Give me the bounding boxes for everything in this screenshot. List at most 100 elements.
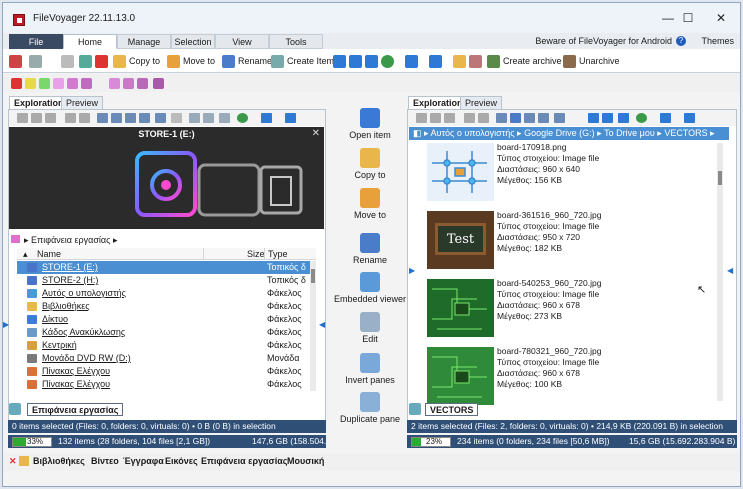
list-item[interactable]: Μονάδα DVD RW (D:) Μονάδα (17, 352, 310, 365)
list-item[interactable]: Κεντρική Φάκελος (17, 339, 310, 352)
right-expand-arrow[interactable]: ◀ (727, 267, 733, 275)
left-collapse-arrow[interactable]: ▶ (3, 321, 9, 329)
list-item[interactable]: Πίνακας Ελέγχου Φάκελος (17, 365, 310, 378)
column-name[interactable]: Name (37, 249, 61, 259)
view-thumbs-icon[interactable] (554, 113, 565, 123)
view-details-icon[interactable] (496, 113, 507, 123)
close-pane-icon[interactable] (11, 78, 22, 89)
quick-icon-5[interactable] (81, 78, 92, 89)
delete-icon[interactable] (478, 113, 489, 123)
tab-view[interactable]: View (215, 34, 269, 49)
quick-icon-4[interactable] (67, 78, 78, 89)
new-icon[interactable] (65, 113, 76, 123)
quick-icon-8[interactable] (137, 78, 148, 89)
open-item-button[interactable]: Open item (333, 108, 407, 140)
paste-icon[interactable] (45, 113, 56, 123)
tab-selection[interactable]: Selection (171, 34, 215, 49)
unarchive-button[interactable]: Unarchive (563, 53, 620, 69)
list-item[interactable]: STORE-2 (H:) Τοπικός δ (17, 274, 310, 287)
quick-icon-9[interactable] (153, 78, 164, 89)
breadcrumb-item-drive[interactable]: Google Drive (G:) (524, 128, 595, 138)
left-tab-preview[interactable]: Preview (61, 96, 104, 110)
forward-icon[interactable] (684, 113, 695, 123)
arrow-top-icon[interactable] (588, 113, 599, 123)
breadcrumb-item-vectors[interactable]: VECTORS (664, 128, 707, 138)
left-expand-arrow[interactable]: ◀ (319, 321, 325, 329)
paste-button[interactable] (61, 53, 77, 69)
quick-icon-1[interactable] (25, 78, 36, 89)
list-item[interactable]: Πίνακας Ελέγχου Φάκελος (17, 378, 310, 391)
view-icons-icon[interactable] (524, 113, 535, 123)
quick-icon-6[interactable] (109, 78, 120, 89)
preview-mode-icon[interactable] (171, 113, 182, 123)
move-up-button[interactable] (349, 53, 365, 69)
column-type[interactable]: Type (268, 249, 288, 259)
arrow-up-icon[interactable] (602, 113, 613, 123)
android-promo-link[interactable]: Beware of FileVoyager for Android (535, 36, 672, 46)
fav-videos[interactable]: Βίντεο (91, 456, 119, 466)
view-tiles-icon[interactable] (139, 113, 150, 123)
view-thumbs-icon[interactable] (155, 113, 166, 123)
fav-music[interactable]: Μουσική (287, 456, 324, 466)
help-icon[interactable]: ? (676, 36, 686, 46)
move-top-button[interactable] (333, 53, 349, 69)
column-size[interactable]: Size (247, 249, 265, 259)
invert-panes-button[interactable]: Invert panes (333, 353, 407, 385)
fav-libraries[interactable]: Βιβλιοθήκες (33, 456, 85, 466)
globe-button[interactable] (381, 53, 397, 69)
fav-documents[interactable]: Έγγραφα (123, 456, 164, 466)
breadcrumb-item-computer[interactable]: Αυτός ο υπολογιστής (431, 128, 515, 138)
move-to-button[interactable]: Move to (333, 188, 407, 220)
edit-button[interactable]: Edit (333, 312, 407, 344)
list-item[interactable]: STORE-1 (E:) Τοπικός δ (17, 261, 310, 274)
quick-icon-7[interactable] (123, 78, 134, 89)
back-icon[interactable] (261, 113, 272, 123)
quick-icon-3[interactable] (53, 78, 64, 89)
list-item[interactable]: board-170918.png Τύπος στοιχείου: Image f… (423, 141, 718, 203)
list-item[interactable]: Βιβλιοθήκες Φάκελος (17, 300, 310, 313)
right-scrollbar[interactable] (717, 143, 723, 401)
minimize-button[interactable]: — (658, 10, 678, 26)
list-item[interactable]: Αυτός ο υπολογιστής Φάκελος (17, 287, 310, 300)
tab-home[interactable]: Home (63, 34, 117, 49)
tab-manage[interactable]: Manage (117, 34, 171, 49)
list-item[interactable]: Κάδος Ανακύκλωσης Φάκελος (17, 326, 310, 339)
close-button[interactable]: ✕ (711, 10, 731, 26)
breadcrumb-item-mydrive[interactable]: Το Drive μου (604, 128, 655, 138)
refresh-icon[interactable] (219, 113, 230, 123)
list-item[interactable]: board-540253_960_720.jpg Τύπος στοιχείου:… (423, 277, 718, 339)
create-item-button[interactable]: Create Item (271, 53, 334, 69)
back-button[interactable] (405, 53, 421, 69)
left-tab-exploration[interactable]: Exploration (9, 96, 69, 110)
new-icon[interactable] (464, 113, 475, 123)
globe-icon[interactable] (636, 113, 647, 123)
new-button[interactable] (79, 53, 95, 69)
back-icon[interactable] (660, 113, 671, 123)
list-item[interactable]: Test board-361516_960_720.jpg Τύπος στοιχε… (423, 209, 718, 271)
copy-to-button[interactable]: Copy to (113, 53, 160, 69)
right-breadcrumb[interactable]: ◧ ▸ Αυτός ο υπολογιστής ▸ Google Drive (… (409, 127, 729, 140)
left-location-tab[interactable]: Επιφάνεια εργασίας (27, 403, 124, 416)
list-item[interactable]: board-780321_960_720.jpg Τύπος στοιχείου:… (423, 345, 718, 407)
cut-icon[interactable] (17, 113, 28, 123)
refresh-icon[interactable] (618, 113, 629, 123)
view-details-icon[interactable] (97, 113, 108, 123)
list-item[interactable]: Δίκτυο Φάκελος (17, 313, 310, 326)
rename-button[interactable]: Rename (222, 53, 272, 69)
fav-desktop[interactable]: Επιφάνεια εργασίας (201, 456, 287, 466)
folder-button[interactable] (453, 53, 469, 69)
cut-button[interactable] (9, 53, 25, 69)
forward-icon[interactable] (285, 113, 296, 123)
themes-menu[interactable]: Themes (701, 36, 734, 46)
left-scrollbar[interactable] (310, 261, 316, 391)
archive-small-button[interactable] (469, 53, 485, 69)
quick-icon-2[interactable] (39, 78, 50, 89)
cut-icon[interactable] (416, 113, 427, 123)
copy-icon[interactable] (31, 113, 42, 123)
tab-tools[interactable]: Tools (269, 34, 323, 49)
right-tab-preview[interactable]: Preview (460, 96, 503, 110)
maximize-button[interactable]: ☐ (678, 10, 698, 26)
view-list-icon[interactable] (111, 113, 122, 123)
right-location-tab[interactable]: VECTORS (425, 403, 479, 416)
tab-file[interactable]: File (9, 34, 63, 49)
